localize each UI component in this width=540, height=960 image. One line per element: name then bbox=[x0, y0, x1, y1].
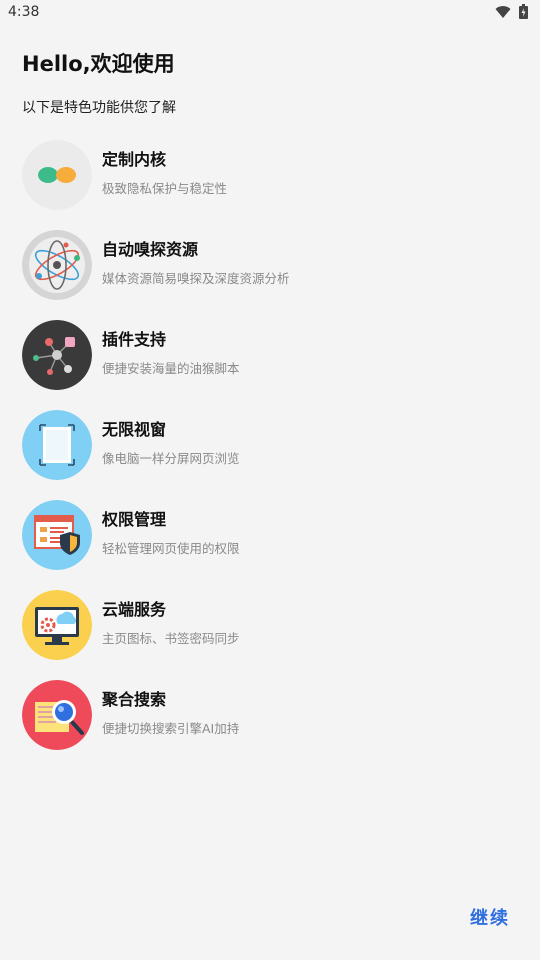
feature-item-aggregate-search: 聚合搜索 便捷切换搜索引擎AI加持 bbox=[0, 674, 540, 764]
shield-document-icon bbox=[22, 500, 92, 570]
feature-item-resource-sniffing: 自动嗅探资源 媒体资源简易嗅探及深度资源分析 bbox=[0, 224, 540, 314]
feature-desc: 便捷安装海量的油猴脚本 bbox=[102, 361, 240, 376]
feature-desc: 主页图标、书签密码同步 bbox=[102, 631, 240, 646]
feature-desc: 便捷切换搜索引擎AI加持 bbox=[102, 721, 240, 736]
feature-desc: 媒体资源简易嗅探及深度资源分析 bbox=[102, 271, 290, 286]
wifi-icon bbox=[495, 5, 511, 18]
feature-title: 聚合搜索 bbox=[102, 690, 167, 709]
status-icons bbox=[495, 4, 528, 19]
feature-list: 定制内核 极致隐私保护与稳定性 自动嗅探资源 媒体资源简易嗅探及深度资源分析 插… bbox=[0, 134, 540, 764]
feature-title: 自动嗅探资源 bbox=[102, 240, 199, 259]
feature-item-cloud-service: 云端服务 主页图标、书签密码同步 bbox=[0, 584, 540, 674]
magnifier-icon bbox=[22, 680, 92, 750]
feature-desc: 轻松管理网页使用的权限 bbox=[102, 541, 240, 556]
atom-icon bbox=[22, 230, 92, 300]
feature-desc: 极致隐私保护与稳定性 bbox=[102, 181, 228, 196]
feature-title: 定制内核 bbox=[102, 150, 167, 169]
kernel-icon bbox=[22, 140, 92, 210]
feature-title: 权限管理 bbox=[102, 510, 167, 529]
status-bar: 4:38 bbox=[0, 0, 540, 26]
plugin-network-icon bbox=[22, 320, 92, 390]
window-icon bbox=[22, 410, 92, 480]
cloud-monitor-icon bbox=[22, 590, 92, 660]
feature-desc: 像电脑一样分屏网页浏览 bbox=[102, 451, 240, 466]
page-title: Hello,欢迎使用 bbox=[22, 52, 175, 76]
continue-button[interactable]: 继续 bbox=[470, 904, 510, 930]
feature-item-plugin-support: 插件支持 便捷安装海量的油猴脚本 bbox=[0, 314, 540, 404]
status-time: 4:38 bbox=[8, 4, 40, 20]
feature-item-permission-management: 权限管理 轻松管理网页使用的权限 bbox=[0, 494, 540, 584]
welcome-screen: 4:38 Hello,欢迎使用 以下是特色功能供您了解 定制内核 极致隐私保护与… bbox=[0, 0, 540, 960]
page-subtitle: 以下是特色功能供您了解 bbox=[22, 100, 176, 116]
feature-item-infinite-window: 无限视窗 像电脑一样分屏网页浏览 bbox=[0, 404, 540, 494]
feature-title: 云端服务 bbox=[102, 600, 167, 619]
feature-title: 无限视窗 bbox=[102, 420, 167, 439]
feature-item-custom-kernel: 定制内核 极致隐私保护与稳定性 bbox=[0, 134, 540, 224]
battery-icon bbox=[519, 4, 528, 19]
feature-title: 插件支持 bbox=[102, 330, 167, 349]
